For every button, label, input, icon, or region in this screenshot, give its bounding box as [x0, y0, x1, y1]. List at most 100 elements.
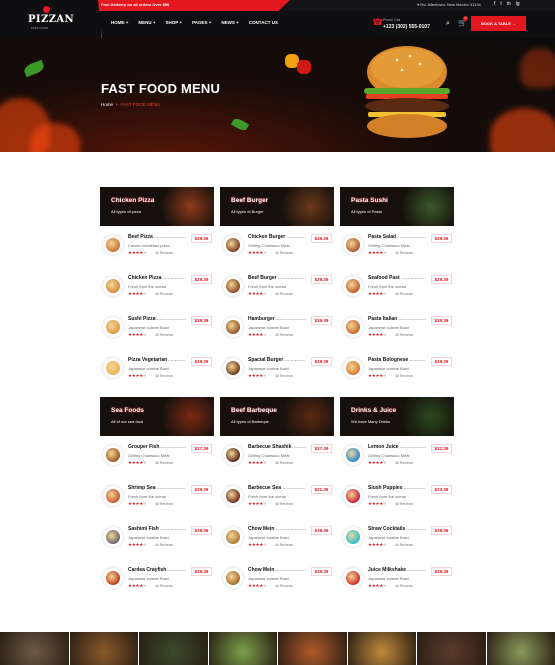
twitter-icon[interactable]: t — [500, 1, 501, 7]
category-banner[interactable]: Chicken Pizza All types of pizza — [100, 187, 214, 226]
social-links: f t in ig — [494, 1, 520, 7]
item-thumbnail — [103, 317, 123, 337]
menu-item[interactable]: ........................ Pasta Bolognese J… — [340, 349, 454, 390]
gallery-image[interactable] — [139, 632, 208, 665]
nav-shop[interactable]: SHOP + — [166, 20, 183, 25]
menu-item[interactable]: ........................ Beef Burger Fresh… — [220, 267, 334, 308]
nav-news[interactable]: NEWS + — [221, 20, 238, 25]
logo-tagline: FAST FOOD — [31, 26, 48, 30]
menu-item[interactable]: ........................ Sushi Pizza Japan… — [100, 308, 214, 349]
category-title: Drinks & Juice — [351, 407, 397, 414]
item-description: Fresh from the ocean — [128, 494, 167, 499]
item-thumbnail — [103, 486, 123, 506]
gallery-image[interactable] — [69, 632, 138, 665]
gallery-image[interactable] — [278, 632, 347, 665]
nav-contact[interactable]: CONTACT US — [249, 20, 278, 25]
item-price: $19.39 — [191, 357, 212, 366]
review-count: 46 Reviews — [275, 250, 294, 255]
menu-item[interactable]: ........................ Straw Cocktails J… — [340, 518, 454, 559]
category-banner[interactable]: Drinks & Juice We have Many Drinks — [340, 397, 454, 436]
item-thumbnail — [103, 358, 123, 378]
logo-text: PIZZAN — [28, 14, 75, 25]
rating-stars-icon: ★★★★★ — [128, 501, 147, 506]
gallery-image[interactable] — [486, 632, 555, 665]
menu-item[interactable]: ........................ Shrimp Sea Fresh … — [100, 477, 214, 518]
menu-category: Drinks & Juice We have Many Drinks.......… — [340, 397, 454, 600]
category-photo — [156, 397, 214, 436]
item-name: Beef Pizza — [128, 234, 154, 240]
nav-home[interactable]: HOME + — [111, 20, 128, 25]
rating-stars-icon: ★★★★★ — [248, 501, 267, 506]
rating-stars-icon: ★★★★★ — [248, 460, 267, 465]
menu-item[interactable]: ........................ Barbecue Sea Fres… — [220, 477, 334, 518]
menu-item[interactable]: ........................ Lemon Juice Grill… — [340, 436, 454, 477]
phone-number[interactable]: +123 (302) 555-0107 — [383, 24, 430, 30]
phone-icon: ☎ — [372, 17, 384, 27]
logo-container[interactable]: PIZZAN FAST FOOD — [0, 0, 102, 38]
menu-item[interactable]: ........................ Chow Mein Japanes… — [220, 518, 334, 559]
menu-item[interactable]: ........................ Pizza Vegetarian… — [100, 349, 214, 390]
item-description: Grilling Charisaco Meat — [368, 453, 410, 458]
menu-item[interactable]: ........................ Chow Mein Japanes… — [220, 559, 334, 600]
item-name: Sashimi Fish — [128, 526, 160, 532]
menu-item[interactable]: ........................ Sashimi Fish Japa… — [100, 518, 214, 559]
review-count: 46 Reviews — [395, 291, 414, 296]
category-photo — [276, 187, 334, 226]
item-description: Grilling Charisaco Meat — [248, 453, 290, 458]
menu-item[interactable]: ........................ Hamburger Japanes… — [220, 308, 334, 349]
category-subtitle: All types of Barbeque — [231, 419, 270, 424]
page: { "topbar": {"promo": "Free Delivery on … — [0, 0, 555, 665]
item-thumbnail — [223, 486, 243, 506]
category-subtitle: All of our sea food — [111, 419, 144, 424]
category-photo — [276, 397, 334, 436]
rating-stars-icon: ★★★★★ — [248, 332, 267, 337]
flame-decoration — [490, 108, 555, 152]
menu-item[interactable]: ........................ Pasta Salad Grill… — [340, 226, 454, 267]
item-name: Barbecue Shashik — [248, 444, 293, 450]
facebook-icon[interactable]: f — [494, 1, 495, 7]
review-count: 46 Reviews — [155, 250, 174, 255]
instagram-icon[interactable]: ig — [516, 1, 520, 7]
category-banner[interactable]: Sea Foods All of our sea food — [100, 397, 214, 436]
menu-item[interactable]: ........................ Spacial Burger Ja… — [220, 349, 334, 390]
category-banner[interactable]: Beef Barbeque All types of Barbeque — [220, 397, 334, 436]
gallery-image[interactable] — [347, 632, 416, 665]
category-title: Beef Burger — [231, 197, 269, 204]
item-description: Japanese cuisine Bowl — [128, 576, 169, 581]
item-name: Chow Mein — [248, 567, 276, 573]
menu-item[interactable]: ........................ Seafood Past Fres… — [340, 267, 454, 308]
breadcrumb-current: FAST FOOD MENU — [120, 102, 161, 107]
item-description: Japanese cuisine Bowl — [128, 366, 169, 371]
menu-item[interactable]: ........................ Chicken Pizza Fre… — [100, 267, 214, 308]
menu-item[interactable]: ........................ Juice Milkshake J… — [340, 559, 454, 600]
gallery-image[interactable] — [0, 632, 69, 665]
menu-item[interactable]: ........................ Slush Puppies Fre… — [340, 477, 454, 518]
review-count: 46 Reviews — [155, 460, 174, 465]
nav-menu[interactable]: MENU + — [138, 20, 155, 25]
linkedin-icon[interactable]: in — [507, 1, 511, 7]
nav-pages[interactable]: PAGES + — [192, 20, 211, 25]
menu-item[interactable]: ........................ Pasta Italian Jap… — [340, 308, 454, 349]
menu-item[interactable]: ........................ Chicken Burger Gr… — [220, 226, 334, 267]
gallery-image[interactable] — [208, 632, 277, 665]
menu-item[interactable]: ........................Barbecue Shashik… — [220, 436, 334, 477]
rating-stars-icon: ★★★★★ — [128, 583, 147, 588]
item-thumbnail — [343, 568, 363, 588]
item-name: Chicken Pizza — [128, 275, 163, 281]
menu-item[interactable]: ........................ Grouper Fish Gril… — [100, 436, 214, 477]
item-thumbnail — [343, 358, 363, 378]
book-table-button[interactable]: BOOK A TABLE → — [471, 16, 526, 31]
category-subtitle: All types of Burger — [231, 209, 264, 214]
item-description: Grilling Charisaco Meat — [248, 243, 290, 248]
category-banner[interactable]: Pasta Sushi All types of Pasta — [340, 187, 454, 226]
menu-item[interactable]: ........................ Beef Pizza Cavoko… — [100, 226, 214, 267]
gallery-image[interactable] — [417, 632, 486, 665]
menu-item[interactable]: ........................ Cardea Crayfish J… — [100, 559, 214, 600]
breadcrumb-home[interactable]: Home — [101, 102, 113, 107]
item-thumbnail — [343, 276, 363, 296]
search-icon[interactable]: ⌕ — [446, 20, 450, 28]
category-banner[interactable]: Beef Burger All types of Burger — [220, 187, 334, 226]
item-description: Japanese cuisine Bowl — [368, 576, 409, 581]
address-text: ⌖ Rd. Allentown, New Mexico 31134 — [417, 2, 481, 7]
review-count: 46 Reviews — [155, 291, 174, 296]
